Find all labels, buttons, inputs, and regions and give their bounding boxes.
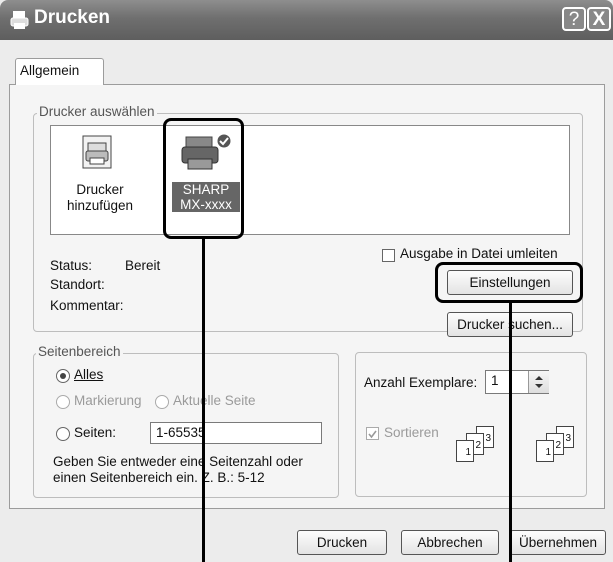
printer-callout-line — [202, 237, 205, 562]
close-button[interactable]: X — [587, 7, 611, 31]
page-range-legend: Seitenbereich — [36, 344, 123, 359]
radio-selection-label: Markierung — [74, 393, 142, 408]
collate-page-1b: 1 — [536, 440, 554, 462]
add-printer-label-2: hinzufügen — [66, 198, 134, 213]
cancel-button[interactable]: Abbrechen — [401, 530, 499, 555]
help-button[interactable]: ? — [562, 7, 586, 31]
copies-spinner[interactable] — [528, 371, 549, 393]
collate-page-1: 1 — [456, 440, 474, 462]
checkmark-icon — [368, 430, 377, 439]
radio-current-page-label: Aktuelle Seite — [173, 393, 256, 408]
page-range-hint: Geben Sie entweder eine Seitenzahl oder … — [53, 454, 303, 486]
collate-illustration-1: 3 2 1 — [454, 426, 504, 472]
printer-select-legend: Drucker auswählen — [37, 104, 157, 119]
collate-label: Sortieren — [384, 425, 439, 440]
radio-all[interactable] — [56, 369, 70, 383]
add-printer-label-1: Drucker — [76, 182, 124, 197]
window-title: Drucken — [34, 7, 111, 28]
radio-all-dot — [60, 373, 66, 379]
output-to-file-label: Ausgabe in Datei umleiten — [400, 246, 558, 261]
add-printer-icon — [82, 135, 112, 169]
output-to-file-checkbox[interactable] — [382, 249, 395, 262]
apply-button[interactable]: Übernehmen — [510, 530, 606, 555]
print-button-label: Drucken — [316, 535, 368, 550]
status-label: Status: — [50, 258, 93, 273]
radio-pages[interactable] — [56, 427, 70, 441]
print-button[interactable]: Drucken — [297, 530, 387, 555]
location-label: Standort: — [50, 277, 105, 292]
collate-checkbox[interactable] — [366, 427, 379, 440]
printer-callout-box — [163, 118, 244, 239]
tab-general[interactable]: Allgemein — [15, 58, 104, 85]
collate-illustration-2: 3 2 1 — [534, 426, 584, 472]
printer-item-add[interactable]: Drucker hinzufügen — [60, 182, 140, 214]
printer-icon — [10, 11, 29, 29]
printer-list[interactable] — [50, 125, 570, 235]
radio-pages-label: Seiten: — [74, 425, 117, 440]
hint-line-2: einen Seitenbereich ein. Z. B.: 5-12 — [53, 470, 265, 485]
copies-label: Anzahl Exemplare: — [364, 375, 478, 390]
hint-line-1: Geben Sie entweder eine Seitenzahl oder — [53, 454, 303, 469]
pages-input[interactable]: 1-65535 — [150, 422, 322, 444]
status-value: Bereit — [125, 258, 161, 273]
comment-label: Kommentar: — [50, 298, 124, 313]
apply-button-label: Übernehmen — [518, 535, 598, 550]
settings-callout-line — [509, 302, 512, 562]
radio-current-page[interactable] — [155, 395, 169, 409]
settings-callout-box — [435, 262, 583, 303]
radio-selection[interactable] — [56, 395, 70, 409]
cancel-button-label: Abbrechen — [417, 535, 483, 550]
radio-all-label: Alles — [74, 367, 104, 382]
spinner-arrows-icon — [535, 376, 543, 388]
